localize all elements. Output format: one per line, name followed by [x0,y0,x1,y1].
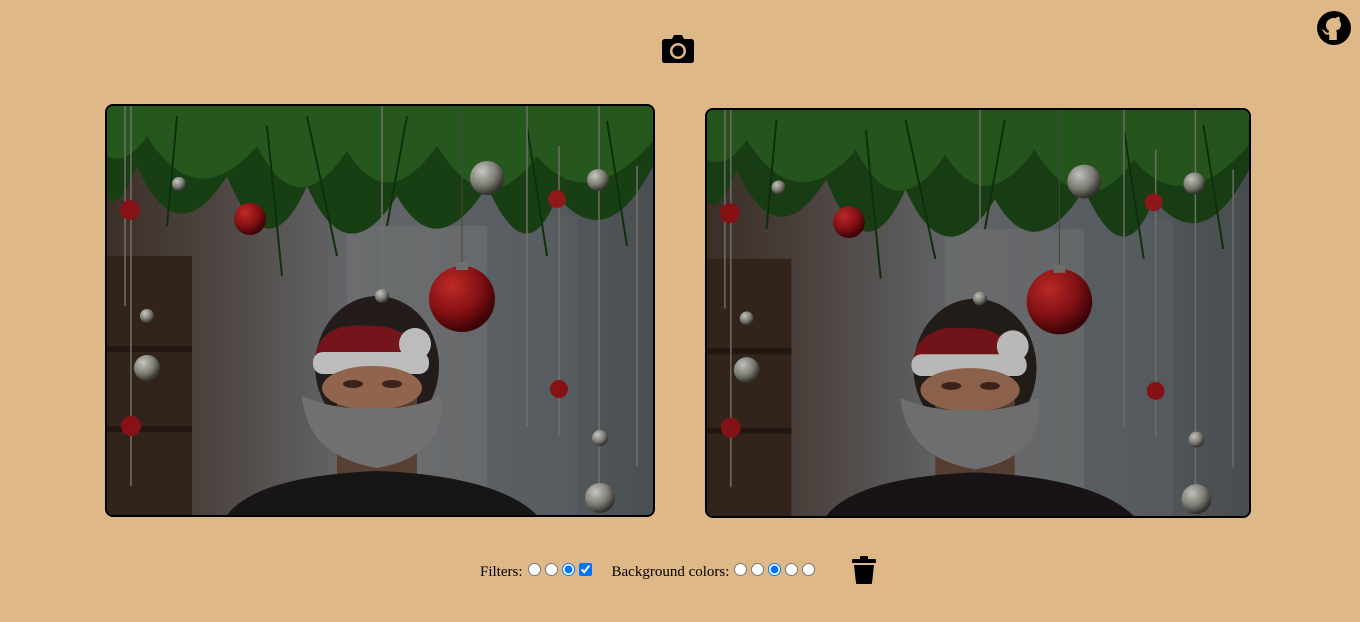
background-color-option-radio-4[interactable] [785,563,799,576]
background-color-option-radio-2[interactable] [751,563,765,576]
filter-option-checkbox-4[interactable] [578,563,592,576]
page: Filters: Background colors: [0,0,1360,622]
filter-option-radio-1[interactable] [527,563,541,576]
filter-option-radio-3[interactable] [561,563,575,576]
delete-snapshot-button[interactable] [852,556,876,584]
snapshot-preview [705,108,1251,518]
background-color-options [732,563,817,581]
filters-label: Filters: [480,563,523,580]
webcam-scene-image [107,106,653,515]
camera-capture-button[interactable] [662,34,694,64]
background-color-option-radio-3[interactable] [768,563,782,576]
background-color-option-radio-1[interactable] [734,563,748,576]
camera-icon [662,35,694,63]
background-color-option-radio-5[interactable] [802,563,816,576]
webcam-live-view [105,104,655,517]
background-colors-label: Background colors: [611,563,730,580]
snapshot-scene-image [707,110,1249,516]
filters-options [526,563,594,581]
github-link[interactable] [1316,10,1352,46]
controls-bar: Filters: Background colors: [480,560,817,584]
trash-icon [852,556,876,584]
filter-option-radio-2[interactable] [544,563,558,576]
github-icon [1317,11,1351,45]
